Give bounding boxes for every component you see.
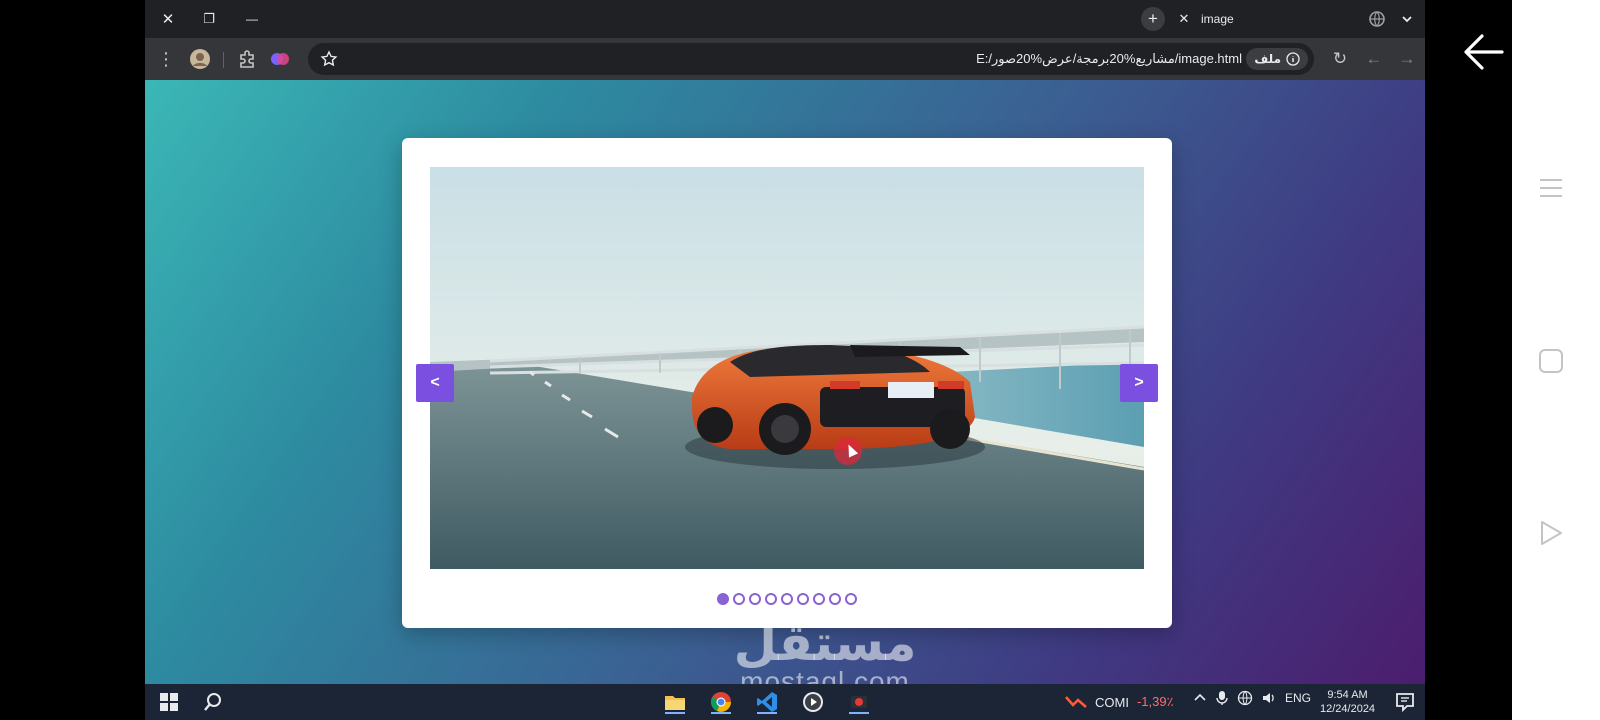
windows-taskbar: COMI -1,39٪ ENG 9:54 AM 12/24/2024 [145, 684, 1425, 720]
stock-change: -1,39٪ [1136, 694, 1174, 709]
slide-dot-3[interactable] [749, 593, 761, 605]
file-explorer-icon[interactable] [663, 690, 687, 714]
watermark: مستقل mostaql.com [705, 618, 945, 684]
microphone-icon[interactable] [1215, 690, 1229, 706]
slide-dot-2[interactable] [733, 593, 745, 605]
tab-title: image [1201, 12, 1234, 26]
window-restore-button[interactable]: ❐ [198, 8, 220, 30]
slide-dot-7[interactable] [813, 593, 825, 605]
next-slide-button[interactable]: > [1120, 364, 1158, 402]
back-triangle-icon[interactable] [1538, 520, 1564, 546]
window-close-button[interactable]: ✕ [157, 8, 179, 30]
screen-recorder-icon[interactable] [847, 690, 871, 714]
search-icon[interactable] [201, 690, 225, 714]
page-viewport: < > مستقل mostaql.com [145, 80, 1425, 684]
recent-apps-icon[interactable] [1538, 175, 1564, 201]
window-minimize-button[interactable]: — [241, 8, 263, 30]
tab-search-chevron-down-icon[interactable] [1397, 9, 1417, 29]
network-globe-icon[interactable] [1237, 690, 1253, 706]
language-indicator[interactable]: ENG [1285, 691, 1311, 705]
clock[interactable]: 9:54 AM 12/24/2024 [1320, 688, 1375, 716]
star-icon[interactable] [320, 50, 338, 68]
slide-dot-8[interactable] [829, 593, 841, 605]
stock-widget[interactable]: COMI -1,39٪ [1065, 694, 1174, 710]
slide-dot-9[interactable] [845, 593, 857, 605]
reload-button[interactable]: ↻ [1329, 48, 1351, 70]
tab-close-icon[interactable]: ✕ [1175, 11, 1193, 27]
new-tab-button[interactable]: + [1141, 7, 1165, 31]
slide-indicator-dots [402, 593, 1172, 609]
system-tray: ENG [1193, 690, 1311, 706]
volume-icon[interactable] [1261, 690, 1277, 706]
stock-trend-icon [1065, 696, 1087, 708]
title-bar: ✕ ❐ — + ✕ image [145, 0, 1425, 38]
browser-window: ✕ ❐ — + ✕ image ⋮ E:/مشاريع%20برمجة/عرض%… [145, 0, 1425, 720]
media-player-icon[interactable] [801, 690, 825, 714]
url-text[interactable]: E:/مشاريع%20برمجة/عرض%20صور/image.html [976, 51, 1242, 67]
slide-dot-1[interactable] [717, 593, 729, 605]
overlay-back-arrow-icon[interactable] [1462, 30, 1506, 74]
slide-image-sports-car [430, 167, 1144, 569]
slide-dot-6[interactable] [797, 593, 809, 605]
notification-center-icon[interactable] [1393, 690, 1417, 714]
watermark-latin: mostaql.com [740, 666, 910, 685]
toolbar-divider [223, 52, 224, 68]
slide-dot-5[interactable] [781, 593, 793, 605]
slider-card: < > [402, 138, 1172, 628]
profile-avatar[interactable] [189, 48, 211, 70]
home-square-icon[interactable] [1538, 348, 1564, 374]
extensions-icon[interactable] [236, 48, 258, 70]
file-chip-label: ملف [1254, 52, 1281, 66]
vscode-icon[interactable] [755, 690, 779, 714]
screen: ✕ ❐ — + ✕ image ⋮ E:/مشاريع%20برمجة/عرض%… [0, 0, 1600, 720]
info-icon [1286, 52, 1300, 66]
site-info-chip[interactable]: ملف [1246, 48, 1308, 70]
clock-date: 12/24/2024 [1320, 703, 1376, 715]
slide-dot-4[interactable] [765, 593, 777, 605]
forward-button[interactable]: → [1396, 48, 1418, 70]
browser-toolbar: ⋮ E:/مشاريع%20برمجة/عرض%20صور/image.html [145, 38, 1425, 80]
stock-name: COMI [1095, 694, 1129, 710]
watermark-arabic: مستقل [733, 615, 917, 671]
ai-extension-icon[interactable] [269, 48, 291, 70]
back-button[interactable]: ← [1363, 48, 1385, 70]
tab-image[interactable]: ✕ image [1175, 4, 1375, 34]
prev-slide-button[interactable]: < [416, 364, 454, 402]
chrome-icon[interactable] [709, 690, 733, 714]
globe-icon [1369, 11, 1385, 27]
chrome-menu-button[interactable]: ⋮ [155, 48, 177, 70]
windows-start-icon[interactable] [157, 690, 181, 714]
clock-time: 9:54 AM [1327, 689, 1368, 701]
phone-navigation-bar [1512, 0, 1600, 720]
address-bar[interactable]: E:/مشاريع%20برمجة/عرض%20صور/image.html م… [308, 43, 1314, 75]
chevron-up-icon[interactable] [1193, 691, 1207, 705]
